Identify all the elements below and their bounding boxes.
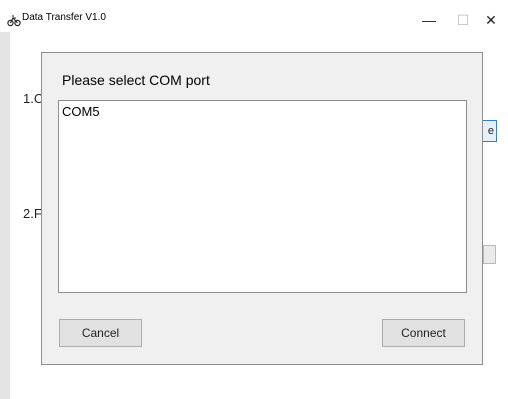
com-port-list[interactable]: COM5 [58, 100, 467, 293]
app-window: Data Transfer V1.0 — ☐ ✕ 1.C 2.F e Pleas… [0, 0, 508, 399]
connect-button[interactable]: Connect [382, 319, 465, 347]
bicycle-icon [7, 15, 21, 27]
list-item[interactable]: COM5 [62, 104, 100, 119]
step-2-label: 2.F [23, 206, 42, 221]
close-button[interactable]: ✕ [474, 8, 508, 32]
window-top-edge [0, 0, 508, 8]
step-2-button[interactable] [483, 245, 496, 264]
dialog-title: Please select COM port [62, 72, 210, 88]
window-left-border [0, 32, 10, 399]
cancel-button[interactable]: Cancel [59, 319, 142, 347]
window-title: Data Transfer V1.0 [22, 12, 106, 23]
step-1-button[interactable]: e [481, 120, 497, 142]
minimize-button[interactable]: — [412, 8, 446, 32]
